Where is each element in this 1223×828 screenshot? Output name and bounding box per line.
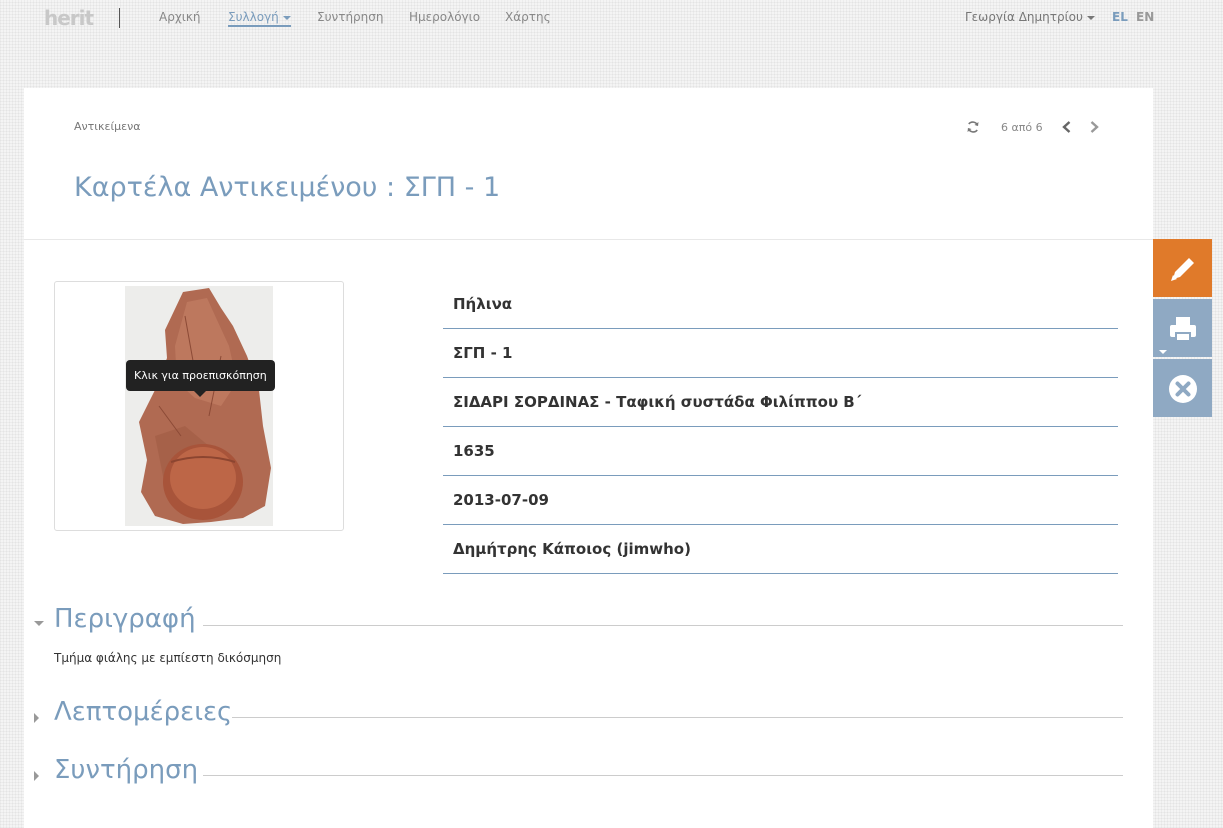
nav-item-home[interactable]: Αρχική [159, 10, 201, 24]
field-author: Δημήτρης Κάποιος (jimwho) [443, 525, 1118, 574]
refresh-icon[interactable] [966, 119, 980, 133]
pager-count: 6 από 6 [1001, 121, 1043, 134]
section-conservation-title[interactable]: Συντήρηση [54, 755, 198, 785]
nav-item-collection-label: Συλλογή [228, 10, 279, 24]
section-details-title[interactable]: Λεπτομέρειες [54, 697, 232, 727]
lang-en[interactable]: EN [1136, 10, 1154, 24]
field-inventory-number: ΣΓΠ - 1 [443, 329, 1118, 378]
page-title: Καρτέλα Αντικειμένου : ΣΓΠ - 1 [74, 172, 501, 203]
preview-tooltip: Κλικ για προεπισκόπηση [126, 360, 275, 391]
header-divider [24, 239, 1153, 240]
svg-text:herit: herit [44, 6, 95, 30]
edit-button[interactable] [1153, 239, 1212, 297]
section-divider [203, 625, 1123, 626]
field-number: 1635 [443, 427, 1118, 476]
logo-divider [119, 8, 120, 28]
user-name: Γεωργία Δημητρίου [965, 10, 1083, 24]
top-navbar: herit Αρχική Συλλογή Συντήρηση Ημερολόγι… [0, 0, 1223, 36]
nav-item-map[interactable]: Χάρτης [505, 10, 551, 24]
section-description-title[interactable]: Περιγραφή [54, 604, 196, 634]
chevron-down-icon[interactable] [34, 621, 44, 626]
herit-logo[interactable]: herit [44, 6, 98, 30]
chevron-down-icon [282, 15, 291, 20]
chevron-down-icon [1086, 15, 1095, 20]
object-thumbnail[interactable]: Κλικ για προεπισκόπηση [54, 281, 344, 531]
description-text: Τμήμα φιάλης με εμπίεστη δικόσμηση [54, 651, 282, 665]
chevron-down-icon[interactable] [1159, 350, 1167, 354]
section-divider [232, 717, 1123, 718]
lang-el[interactable]: EL [1112, 10, 1128, 24]
breadcrumb[interactable]: Αντικείμενα [74, 120, 141, 133]
object-card: Αντικείμενα 6 από 6 Καρτέλα Αντικειμένου… [24, 88, 1153, 828]
field-date: 2013-07-09 [443, 476, 1118, 525]
chevron-right-icon[interactable] [1087, 119, 1101, 133]
nav-item-collection[interactable]: Συλλογή [228, 10, 291, 27]
object-photo[interactable] [125, 286, 273, 526]
chevron-right-icon[interactable] [34, 771, 39, 781]
close-button[interactable] [1153, 359, 1212, 417]
chevron-right-icon[interactable] [34, 713, 39, 723]
tooltip-arrow [194, 391, 206, 397]
user-menu[interactable]: Γεωργία Δημητρίου [965, 10, 1095, 24]
section-divider [203, 775, 1123, 776]
nav-item-calendar[interactable]: Ημερολόγιο [409, 10, 480, 24]
field-material: Πήλινα [443, 280, 1118, 329]
nav-item-conservation[interactable]: Συντήρηση [317, 10, 384, 24]
print-button[interactable] [1153, 299, 1212, 357]
chevron-left-icon[interactable] [1060, 119, 1074, 133]
field-findspot: ΣΙΔΑΡΙ ΣΟΡΔΙΝΑΣ - Ταφική συστάδα Φιλίππο… [443, 378, 1118, 427]
